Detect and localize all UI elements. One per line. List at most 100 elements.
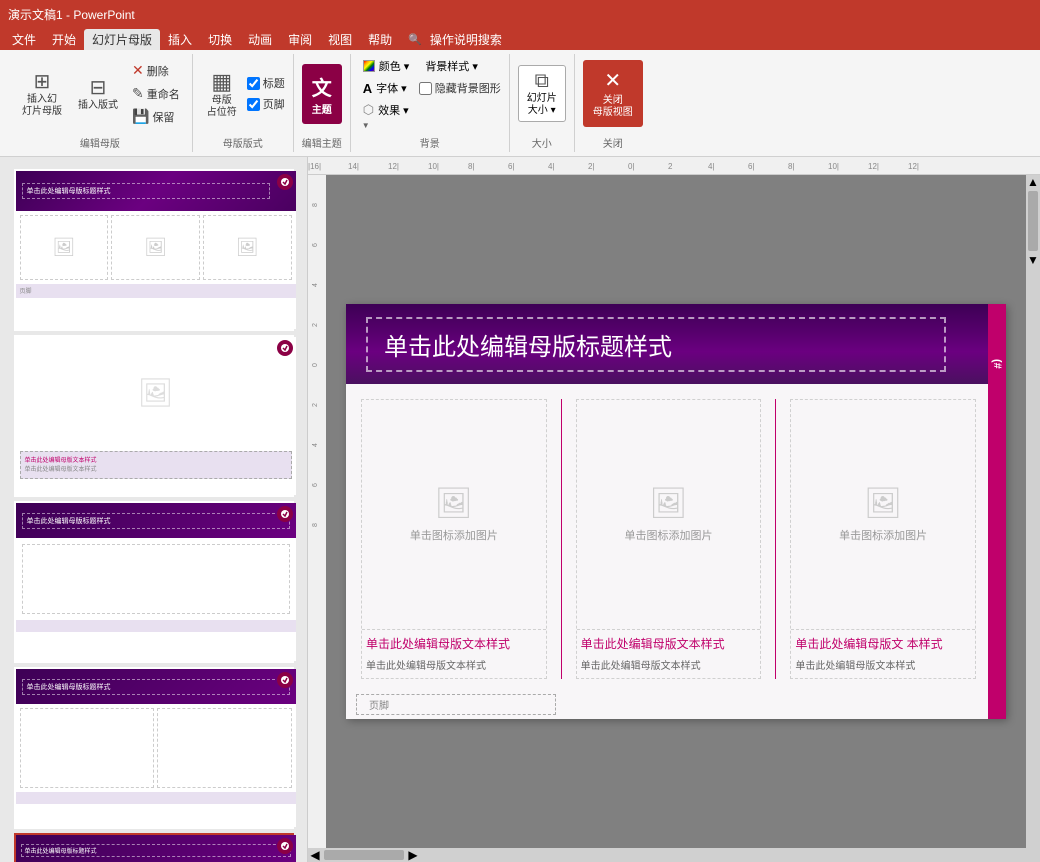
slide-thumb-1[interactable]: 单击此处编辑母版标题样式 🖼 🖼 🖼 页脚 — [14, 169, 294, 331]
menu-animation[interactable]: 动画 — [240, 29, 280, 50]
menu-transition[interactable]: 切换 — [200, 29, 240, 50]
ruler-top-svg: |16| 14| 12| 10| 8| 6| 4| 2| 0| 2 4| 6| … — [308, 157, 1040, 175]
canvas-area: |16| 14| 12| 10| 8| 6| 4| 2| 0| 2 4| 6| … — [308, 157, 1040, 862]
svg-text:2: 2 — [668, 162, 673, 171]
thumb1-content: 🖼 🖼 🖼 — [16, 211, 296, 284]
slide-text-small-3: 单击此处编辑母版文本样式 — [791, 655, 975, 678]
thumb1-img1: 🖼 — [20, 215, 109, 280]
slide-panel[interactable]: 单击此处编辑母版标题样式 🖼 🖼 🖼 页脚 🖼 单击此处编辑母版文本样式 — [0, 157, 308, 862]
save-icon: 💾 — [132, 108, 149, 125]
menu-slidemaster[interactable]: 幻灯片母版 — [84, 29, 160, 50]
thumb5-num — [277, 838, 293, 854]
slide-thumb-4-inner: 单击此处编辑母版标题样式 — [16, 669, 296, 827]
scroll-down-button[interactable]: ▼ — [1026, 253, 1040, 267]
slide-thumb-5-inner: 单击此处编辑母版标题样式 🖼 🖼 🖼 单击此处编辑母版文本样式 单击此处编辑母版… — [16, 835, 296, 862]
delete-button[interactable]: ✕ 删除 — [128, 60, 184, 81]
slide-accent-bar: (# — [988, 304, 1006, 719]
theme-button[interactable]: 文 主题 — [302, 64, 342, 124]
slide-thumb-4[interactable]: 单击此处编辑母版标题样式 — [14, 667, 294, 829]
slide-footer-box[interactable]: 页脚 — [356, 694, 556, 715]
svg-text:4|: 4| — [708, 162, 715, 171]
menu-file[interactable]: 文件 — [4, 29, 44, 50]
font-icon: A — [363, 81, 372, 96]
ribbon-group-size: ⧉ 幻灯片大小 ▾ 大小 — [510, 54, 575, 152]
slide-footer: 页脚 — [346, 689, 986, 719]
footer-checkbox-label: 页脚 — [263, 96, 285, 112]
hide-bg-label: 隐藏背景图形 — [435, 80, 501, 96]
scroll-left-button[interactable]: ◀ — [308, 848, 322, 862]
slide-title[interactable]: 单击此处编辑母版标题样式 — [366, 317, 946, 372]
ruler-side-svg: 8 6 4 2 0 2 4 6 8 — [308, 175, 326, 848]
svg-text:6: 6 — [312, 243, 319, 247]
slide-content-grid: 🖼 单击图标添加图片 单击此处编辑母版文本样式 单击此处编辑母版文本样式 — [361, 399, 976, 679]
thumb5-header: 单击此处编辑母版标题样式 — [16, 835, 296, 862]
hide-bg-checkbox-row[interactable]: 隐藏背景图形 — [419, 79, 501, 97]
footer-checkbox-row[interactable]: 页脚 — [247, 96, 285, 112]
ruler-top: |16| 14| 12| 10| 8| 6| 4| 2| 0| 2 4| 6| … — [308, 157, 1040, 175]
menu-bar: 文件 开始 幻灯片母版 插入 切换 动画 审阅 视图 帮助 🔍 操作说明搜索 — [0, 28, 1040, 50]
accent-text: (# — [991, 359, 1003, 369]
menu-help[interactable]: 帮助 — [360, 29, 400, 50]
theme-label: 主题 — [312, 101, 332, 116]
master-layout-group-label: 母版版式 — [201, 135, 285, 150]
font-button[interactable]: A 字体 ▾ — [359, 78, 411, 98]
menu-start[interactable]: 开始 — [44, 29, 84, 50]
insert-master-button[interactable]: ⊞ 插入幻灯片母版 — [16, 66, 68, 121]
title-checkbox-row[interactable]: 标题 — [247, 75, 285, 91]
thumb3-header: 单击此处编辑母版标题样式 — [16, 503, 296, 538]
thumb1-img2: 🖼 — [111, 215, 200, 280]
slide-img-area-3: 🖼 单击图标添加图片 — [791, 400, 975, 630]
scroll-thumb-h[interactable] — [324, 850, 404, 860]
menu-insert[interactable]: 插入 — [160, 29, 200, 50]
thumb4-box2 — [157, 708, 292, 788]
title-checkbox-label: 标题 — [263, 75, 285, 91]
title-checkbox[interactable] — [247, 77, 260, 90]
slide-thumb-2[interactable]: 🖼 单击此处编辑母版文本样式单击此处编辑母版文本样式 — [14, 335, 294, 497]
slide-thumb-5[interactable]: 单击此处编辑母版标题样式 🖼 🖼 🖼 单击此处编辑母版文本样式 单击此处编辑母版… — [14, 833, 294, 862]
scroll-right-button[interactable]: ▶ — [406, 848, 420, 862]
master-checkboxes: 标题 页脚 — [247, 74, 285, 113]
svg-text:6|: 6| — [508, 162, 515, 171]
save-button[interactable]: 💾 保留 — [128, 106, 184, 127]
thumb5-title: 单击此处编辑母版标题样式 — [21, 844, 291, 857]
slide-img-icon-1: 🖼 — [435, 486, 473, 521]
rename-button[interactable]: ✎ 重命名 — [128, 83, 184, 104]
theme-group-label: 编辑主题 — [302, 135, 342, 150]
thumb2-main: 🖼 — [16, 337, 296, 447]
thumb4-box1 — [20, 708, 155, 788]
insert-layout-label: 插入版式 — [78, 100, 118, 112]
scroll-up-button[interactable]: ▲ — [1026, 175, 1040, 189]
svg-text:0: 0 — [312, 363, 319, 367]
insert-master-label: 插入幻灯片母版 — [22, 94, 62, 118]
vertical-scrollbar[interactable]: ▲ ▼ — [1026, 175, 1040, 848]
color-button[interactable]: 颜色 ▾ — [359, 56, 414, 76]
svg-text:8: 8 — [312, 203, 319, 207]
slide-text-small-1: 单击此处编辑母版文本样式 — [362, 655, 546, 678]
close-master-button[interactable]: ✕ 关闭母版视图 — [583, 60, 643, 127]
thumb1-title: 单击此处编辑母版标题样式 — [22, 183, 270, 199]
menu-search[interactable]: 操作说明搜索 — [422, 29, 510, 50]
svg-text:|16|: |16| — [308, 162, 321, 171]
bg-style-button[interactable]: 背景样式 ▾ — [421, 56, 482, 76]
bg-middle-row: A 字体 ▾ 隐藏背景图形 — [359, 78, 501, 98]
thumb4-content — [16, 704, 296, 792]
background-expand-btn[interactable]: ▼ — [359, 120, 373, 131]
horizontal-scrollbar[interactable]: ◀ ▶ — [308, 848, 1040, 862]
theme-text-icon: 文 — [312, 72, 332, 101]
canvas-row: 8 6 4 2 0 2 4 6 8 单击此处编 — [308, 175, 1040, 848]
master-layout-buttons: ▦ 母版占位符 标题 页脚 — [201, 56, 285, 131]
slide-thumb-3[interactable]: 单击此处编辑母版标题样式 — [14, 501, 294, 663]
close-master-icon: ✕ — [604, 68, 621, 93]
menu-review[interactable]: 审阅 — [280, 29, 320, 50]
slide-size-button[interactable]: ⧉ 幻灯片大小 ▾ — [518, 65, 566, 122]
hide-bg-checkbox[interactable] — [419, 82, 432, 95]
thumb2-footer: 单击此处编辑母版文本样式单击此处编辑母版文本样式 — [20, 451, 292, 479]
insert-layout-button[interactable]: ⊟ 插入版式 — [72, 72, 124, 115]
scroll-thumb-v[interactable] — [1028, 191, 1038, 251]
thumb3-content — [22, 544, 290, 614]
close-master-label: 关闭母版视图 — [593, 95, 633, 119]
menu-view[interactable]: 视图 — [320, 29, 360, 50]
footer-checkbox[interactable] — [247, 98, 260, 111]
master-layout-button[interactable]: ▦ 母版占位符 — [201, 66, 243, 122]
effect-button[interactable]: ⬡ 效果 ▾ — [359, 100, 501, 120]
